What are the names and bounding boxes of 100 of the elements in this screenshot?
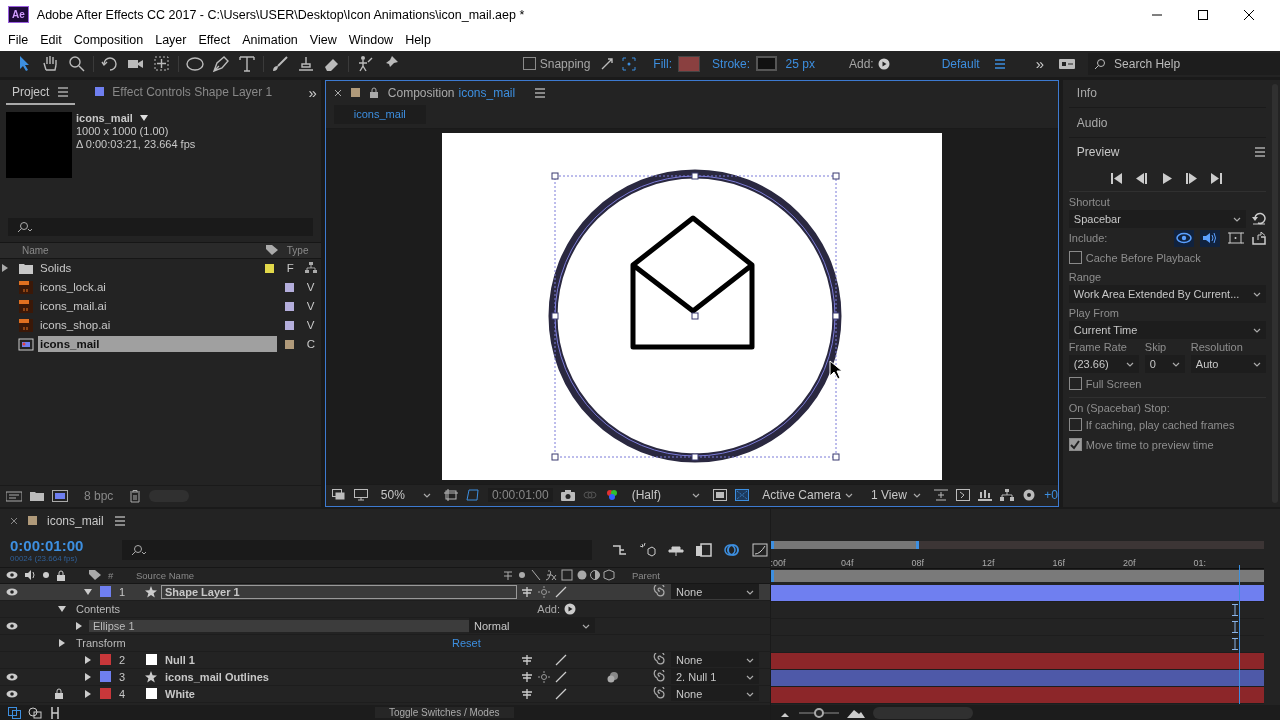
monitor-icon[interactable]	[353, 489, 368, 502]
checkbox[interactable]	[522, 57, 536, 71]
eye-icon[interactable]	[6, 570, 18, 581]
parent-dropdown[interactable]: 2. Null 1	[671, 669, 759, 685]
menu-item[interactable]: Composition	[67, 33, 150, 48]
quality-switch-icon[interactable]	[555, 653, 567, 666]
reset-link[interactable]: Reset	[452, 636, 481, 649]
play-circle-icon[interactable]	[877, 57, 890, 70]
reset-icon[interactable]	[1252, 212, 1266, 226]
snap-edges-icon[interactable]	[599, 55, 616, 72]
snapshot-stack-icon[interactable]	[331, 489, 346, 502]
panel-tab[interactable]: Project	[6, 80, 76, 105]
pick-whip-icon[interactable]	[653, 686, 667, 701]
pick-whip-icon[interactable]	[653, 584, 667, 599]
region-of-interest-icon[interactable]	[443, 489, 458, 502]
reset-exposure-icon[interactable]	[934, 489, 949, 502]
frame-blending-icon[interactable]	[696, 542, 712, 557]
menu-icon[interactable]	[57, 85, 70, 98]
search-field[interactable]	[8, 217, 313, 236]
zoom-in-icon[interactable]	[846, 707, 865, 718]
column-header[interactable]: Source Name	[136, 569, 496, 581]
menu-item[interactable]: Layer	[149, 33, 193, 48]
resolution-dropdown[interactable]: Auto	[1190, 354, 1266, 373]
label-color[interactable]	[100, 688, 111, 700]
parent-dropdown[interactable]: None	[671, 652, 759, 668]
shy-switch-icon[interactable]	[521, 670, 533, 683]
draft-3d-icon[interactable]	[640, 542, 656, 557]
graph-editor-icon[interactable]	[752, 542, 768, 557]
speaker-icon[interactable]	[24, 570, 36, 581]
type-tool-icon[interactable]	[236, 53, 257, 74]
project-item[interactable]: icons_mail.ai V	[0, 296, 321, 316]
layer-row[interactable]: 4 White None	[0, 685, 770, 703]
layer-duration-bar[interactable]	[770, 584, 1264, 601]
resolution-dropdown[interactable]: (Half)	[626, 486, 706, 505]
composition-flowchart-icon[interactable]	[612, 542, 628, 557]
checkbox[interactable]	[1068, 418, 1082, 432]
parent-dropdown[interactable]: None	[671, 686, 759, 702]
menu-icon[interactable]	[534, 86, 547, 99]
exposure-value[interactable]: +0	[1044, 488, 1058, 503]
play-from-dropdown[interactable]: Current Time	[1068, 320, 1266, 339]
pick-whip-icon[interactable]	[653, 669, 667, 684]
current-time-display[interactable]: 0:00:01:00	[10, 536, 110, 554]
quality-switch-icon[interactable]	[555, 585, 567, 598]
layer-name[interactable]: Null 1	[161, 652, 517, 667]
first-frame-icon[interactable]	[1111, 172, 1124, 184]
viewer-tab[interactable]: icons_mail	[333, 104, 426, 124]
export-icon[interactable]	[1252, 231, 1266, 245]
close-icon[interactable]	[1243, 8, 1255, 21]
search-icon[interactable]	[67, 53, 87, 74]
include-video-toggle[interactable]	[1174, 229, 1194, 247]
next-frame-icon[interactable]	[1186, 172, 1199, 184]
previous-frame-icon[interactable]	[1136, 172, 1149, 184]
expand-arrow-icon[interactable]	[58, 638, 66, 647]
search-help-field[interactable]: Search Help	[1088, 52, 1280, 75]
trash-icon[interactable]	[129, 489, 142, 503]
current-time-field[interactable]: 0:00:01:00	[487, 488, 553, 503]
composition-tab[interactable]: Composition icons_mail	[333, 85, 547, 100]
search-field[interactable]	[122, 539, 592, 560]
column-header[interactable]: #	[108, 569, 130, 581]
motion-blur-icon[interactable]	[724, 542, 740, 557]
more-workspaces-button[interactable]: »	[1035, 55, 1045, 73]
range-dropdown[interactable]: Work Area Extended By Current...	[1068, 284, 1266, 303]
layer-switches-icon[interactable]	[8, 706, 22, 719]
frame-rate-dropdown[interactable]: (23.66)	[1068, 354, 1139, 373]
lock-toggle[interactable]	[52, 686, 66, 701]
column-header[interactable]: Type	[278, 244, 321, 256]
menu-icon[interactable]	[113, 514, 126, 527]
transfer-controls-icon[interactable]	[28, 706, 42, 719]
hierarchy-icon[interactable]	[1000, 489, 1015, 502]
fill-label[interactable]: Fill:	[653, 56, 672, 71]
project-item[interactable]: Solids F	[0, 258, 321, 278]
menu-icon[interactable]	[993, 57, 1006, 70]
workspace-name[interactable]: Default	[941, 56, 980, 71]
flowchart-icon[interactable]	[956, 489, 971, 502]
label-tag-icon[interactable]	[264, 244, 279, 257]
menu-icon[interactable]	[1254, 145, 1266, 158]
panel-header[interactable]: Info	[1068, 79, 1266, 108]
expand-arrow-icon[interactable]	[84, 689, 92, 698]
bit-depth-button[interactable]: 8 bpc	[76, 487, 122, 506]
panel-header[interactable]: Audio	[1068, 109, 1266, 138]
more-panels-button[interactable]: »	[308, 84, 317, 102]
motion-blur-switch-icon[interactable]	[607, 670, 619, 683]
grid-icon[interactable]	[735, 489, 750, 502]
dropdown-arrow-icon[interactable]	[138, 114, 149, 123]
expand-arrow-icon[interactable]	[1, 263, 9, 274]
blend-mode-dropdown[interactable]: Normal	[469, 618, 595, 634]
layer-name[interactable]: White	[161, 686, 517, 701]
checkbox[interactable]	[1068, 377, 1082, 391]
toggle-switches-modes-button[interactable]: Toggle Switches / Modes	[374, 707, 514, 718]
menu-item[interactable]: Window	[342, 33, 400, 48]
quality-switch-icon[interactable]	[555, 670, 567, 683]
include-audio-toggle[interactable]	[1200, 229, 1220, 247]
menu-item[interactable]: Help	[399, 33, 437, 48]
close-icon[interactable]	[333, 88, 342, 97]
navigator-range[interactable]	[770, 540, 919, 549]
shortcut-dropdown[interactable]: Spacebar	[1068, 209, 1246, 228]
flowchart-icon[interactable]	[304, 262, 317, 275]
expand-arrow-icon[interactable]	[84, 672, 92, 681]
zoom-dropdown[interactable]: 50%	[375, 486, 436, 505]
stroke-width-value[interactable]: 25 px	[785, 56, 815, 71]
